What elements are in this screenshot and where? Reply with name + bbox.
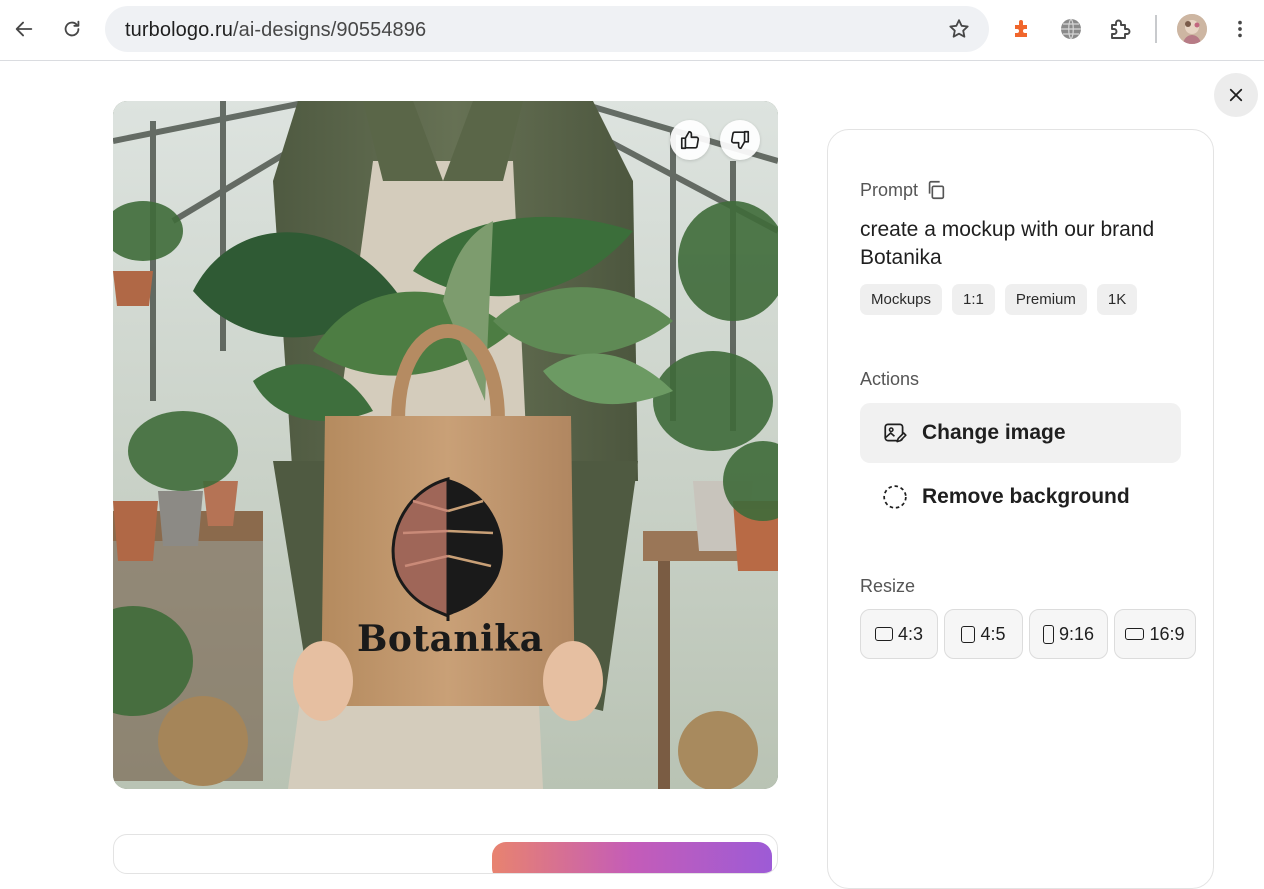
back-button[interactable]	[7, 12, 41, 46]
generated-image[interactable]: Botanika	[113, 101, 778, 789]
like-button[interactable]	[670, 120, 710, 160]
mockup-photo	[113, 101, 778, 789]
resize-option-label: 4:5	[980, 623, 1006, 644]
resize-option-label: 9:16	[1058, 623, 1095, 644]
arrow-left-icon	[15, 21, 33, 37]
reload-icon	[64, 20, 80, 37]
tag-chip: Mockups	[860, 284, 943, 315]
remove-background-button[interactable]: Remove background	[860, 467, 1181, 527]
resize-options: 4:3 4:5 9:16 16:9	[860, 609, 1196, 659]
globe-icon	[1061, 18, 1081, 40]
browser-menu-button[interactable]	[1223, 12, 1257, 46]
extension-orange-button[interactable]	[1005, 12, 1039, 46]
resize-4-3-button[interactable]: 4:3	[860, 609, 938, 659]
extension-globe-button[interactable]	[1054, 12, 1088, 46]
dashed-circle-icon	[882, 484, 908, 510]
bookmark-star-icon[interactable]	[947, 17, 971, 41]
thumbs-up-icon	[680, 130, 700, 150]
resize-label: Resize	[860, 576, 916, 596]
tag-chip: 1K	[1096, 284, 1138, 315]
remove-background-label: Remove background	[922, 485, 1130, 508]
resize-4-5-button[interactable]: 4:5	[944, 609, 1023, 659]
edit-image-icon	[882, 420, 908, 446]
browser-toolbar: turbologo.ru/ai-designs/90554896	[0, 0, 1264, 61]
avatar-image	[1177, 14, 1207, 44]
resize-option-label: 4:3	[897, 623, 924, 644]
prompt-label: Prompt	[860, 180, 919, 200]
puzzle-orange-icon	[1015, 20, 1027, 37]
tall-frame-icon	[1042, 624, 1054, 644]
portrait-frame-icon	[961, 625, 976, 643]
url-text: turbologo.ru/ai-designs/90554896	[125, 19, 427, 41]
close-icon	[1229, 88, 1243, 102]
prompt-tags: Mockups 1:1 Premium 1K	[860, 284, 1138, 315]
resize-option-label: 16:9	[1149, 623, 1185, 644]
thumbs-down-icon	[730, 130, 750, 150]
change-image-label: Change image	[922, 421, 1066, 444]
resize-9-16-button[interactable]: 9:16	[1029, 609, 1108, 659]
address-bar[interactable]: turbologo.ru/ai-designs/90554896	[105, 6, 989, 52]
prompt-input-card[interactable]	[113, 834, 778, 874]
landscape-frame-icon	[874, 627, 893, 641]
copy-icon[interactable]	[925, 179, 947, 201]
close-button[interactable]	[1214, 73, 1258, 117]
toolbar-divider	[1155, 15, 1157, 43]
reload-button[interactable]	[55, 12, 89, 46]
resize-16-9-button[interactable]: 16:9	[1114, 609, 1196, 659]
wide-frame-icon	[1125, 628, 1145, 640]
change-image-button[interactable]: Change image	[860, 403, 1181, 463]
dislike-button[interactable]	[720, 120, 760, 160]
details-panel: Prompt create a mockup with our brand Bo…	[827, 129, 1214, 889]
bag-brand-text: Botanika	[357, 618, 544, 660]
profile-avatar[interactable]	[1177, 14, 1207, 44]
extensions-button[interactable]	[1103, 12, 1137, 46]
puzzle-icon	[1111, 19, 1131, 39]
generate-button[interactable]	[492, 842, 772, 873]
tag-chip: Premium	[1004, 284, 1087, 315]
actions-label: Actions	[860, 369, 920, 389]
more-vertical-icon	[1238, 20, 1242, 38]
prompt-text: create a mockup with our brand Botanika	[860, 218, 1155, 269]
tag-chip: 1:1	[952, 284, 995, 315]
